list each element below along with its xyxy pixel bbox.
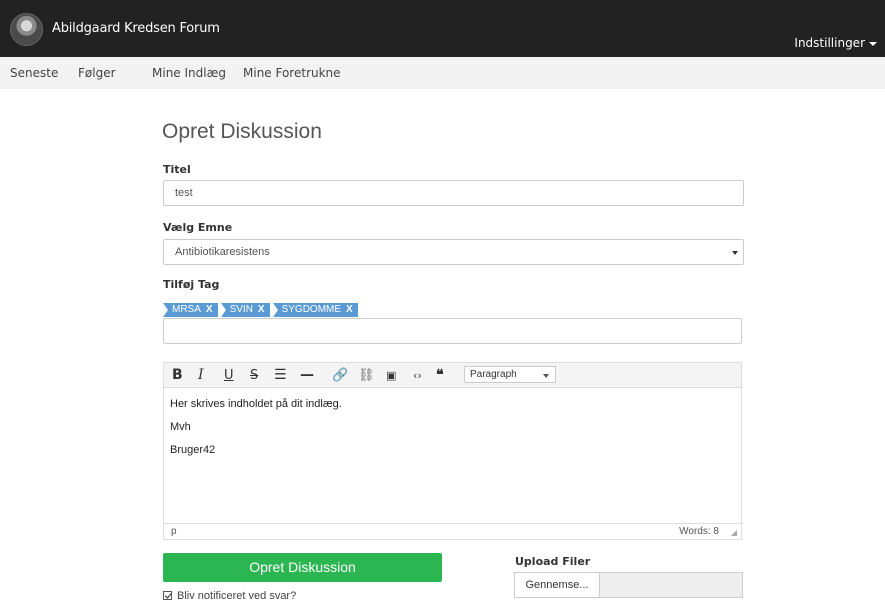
editor-line: Mvh xyxy=(170,421,191,433)
tag-text: MRSA xyxy=(172,304,201,315)
code-icon[interactable]: ‹› xyxy=(413,367,422,384)
browse-button[interactable]: Gennemse... xyxy=(514,572,600,598)
nav-seneste[interactable]: Seneste xyxy=(10,66,58,80)
settings-label: Indstillinger xyxy=(794,36,865,50)
tag-remove-button[interactable]: X xyxy=(346,304,353,315)
notify-checkbox[interactable] xyxy=(163,590,172,600)
editor-content[interactable]: Her skrives indholdet på dit indlæg. Mvh… xyxy=(170,398,342,467)
tag-remove-button[interactable]: X xyxy=(206,304,213,315)
unlink-icon[interactable]: ⛓ xyxy=(358,367,375,384)
underline-icon[interactable]: U xyxy=(224,367,234,384)
strikethrough-icon[interactable]: S xyxy=(250,367,258,384)
paragraph-format-value: Paragraph xyxy=(470,369,517,380)
tag-input[interactable] xyxy=(163,318,742,344)
tag-chip: SYGDOMME X xyxy=(272,303,358,317)
tag-text: SYGDOMME xyxy=(281,304,342,315)
nav-mine-foretrukne[interactable]: Mine Foretrukne xyxy=(243,66,341,80)
editor-line: Her skrives indholdet på dit indlæg. xyxy=(170,398,342,410)
topic-label: Vælg Emne xyxy=(163,221,233,234)
paragraph-format-select[interactable]: Paragraph xyxy=(464,366,556,383)
italic-icon[interactable]: I xyxy=(198,367,204,384)
forum-brand[interactable]: Abildgaard Kredsen Forum xyxy=(52,21,220,36)
tag-list: MRSA X SVIN X SYGDOMME X xyxy=(163,297,361,317)
upload-label: Upload Filer xyxy=(515,555,591,568)
file-name-field[interactable] xyxy=(600,572,743,598)
bold-icon[interactable]: B xyxy=(172,367,183,384)
settings-dropdown[interactable]: Indstillinger xyxy=(794,36,877,50)
create-discussion-button[interactable]: Opret Diskussion xyxy=(163,553,442,582)
element-path[interactable]: p xyxy=(171,526,177,537)
bullet-list-icon[interactable]: ☰ xyxy=(274,367,287,384)
chevron-down-icon xyxy=(543,374,549,378)
topic-select[interactable]: Antibiotikaresistens xyxy=(163,239,744,265)
caret-down-icon xyxy=(869,41,877,46)
editor-statusbar: p Words: 8 ◢ xyxy=(164,523,741,539)
sub-navigation: Seneste Følger Mine Indlæg Mine Foretruk… xyxy=(0,57,885,89)
tag-text: SVIN xyxy=(229,304,253,315)
topic-selected-value: Antibiotikaresistens xyxy=(175,246,270,258)
tag-chip: SVIN X xyxy=(220,303,270,317)
title-input[interactable]: test xyxy=(163,180,744,206)
select-caret-icon xyxy=(732,251,738,255)
rich-text-editor: B I U S ☰ — 🔗 ⛓ ▣ ‹› ❝ Paragraph Her skr… xyxy=(163,362,742,540)
blockquote-icon[interactable]: ❝ xyxy=(436,367,444,384)
tag-remove-button[interactable]: X xyxy=(258,304,265,315)
nav-mine-indlaeg[interactable]: Mine Indlæg xyxy=(152,66,226,80)
title-label: Titel xyxy=(163,163,191,176)
user-avatar[interactable] xyxy=(10,13,43,46)
editor-line: Bruger42 xyxy=(170,444,216,456)
top-navbar: Abildgaard Kredsen Forum Indstillinger xyxy=(0,0,885,57)
image-icon[interactable]: ▣ xyxy=(386,367,396,384)
nav-folger[interactable]: Følger xyxy=(78,66,116,80)
notify-label: Bliv notificeret ved svar? xyxy=(177,590,297,602)
editor-toolbar: B I U S ☰ — 🔗 ⛓ ▣ ‹› ❝ Paragraph xyxy=(164,363,741,388)
horizontal-rule-icon[interactable]: — xyxy=(300,367,314,384)
tag-chip: MRSA X xyxy=(163,303,218,317)
notify-option[interactable]: Bliv notificeret ved svar? xyxy=(163,590,296,602)
resize-grip-icon[interactable]: ◢ xyxy=(731,528,737,537)
link-icon[interactable]: 🔗 xyxy=(332,367,348,384)
page-title: Opret Diskussion xyxy=(162,120,322,143)
word-count: Words: 8 xyxy=(679,526,719,537)
tag-label: Tilføj Tag xyxy=(163,278,220,291)
